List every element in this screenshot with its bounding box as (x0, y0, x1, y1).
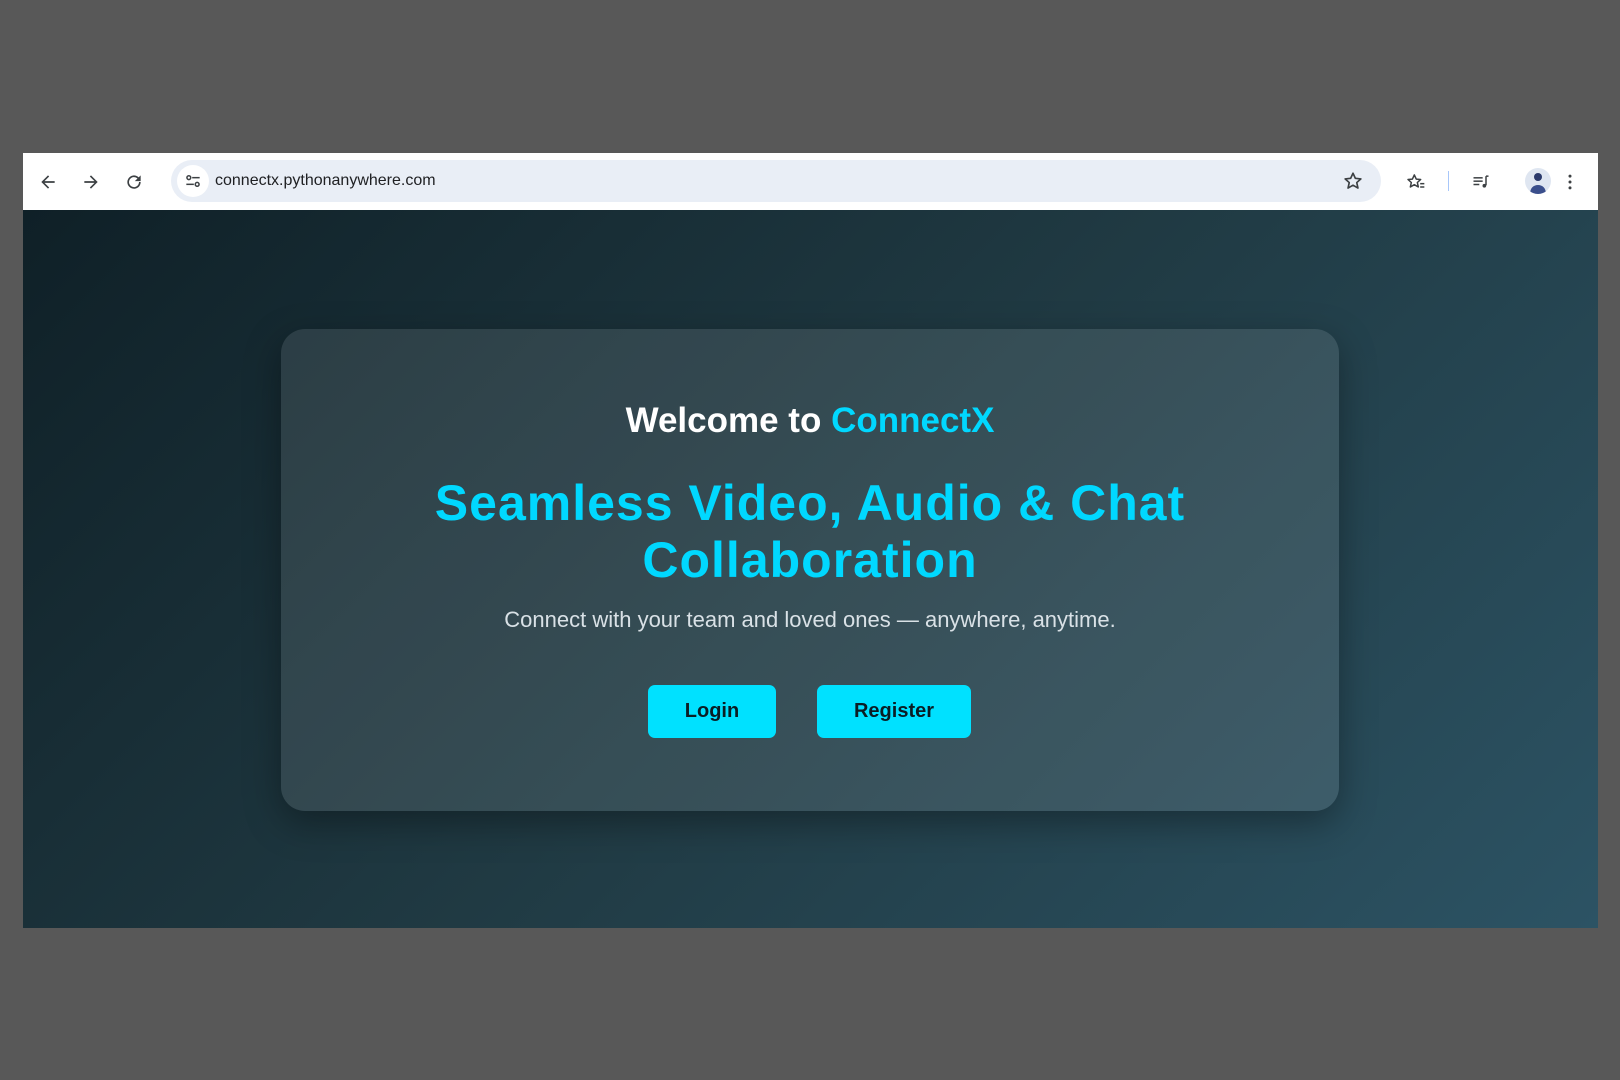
forward-arrow-icon[interactable] (76, 167, 106, 197)
hero-subtitle: Connect with your team and loved ones — … (504, 607, 1116, 632)
login-button[interactable]: Login (648, 685, 776, 738)
back-arrow-icon[interactable] (33, 167, 63, 197)
kebab-menu-icon[interactable] (1555, 167, 1585, 197)
hero-tagline: Seamless Video, Audio & Chat Collaborati… (434, 475, 1186, 588)
media-control-icon[interactable] (1466, 167, 1496, 197)
avatar[interactable] (1525, 168, 1551, 194)
register-button[interactable]: Register (817, 685, 971, 738)
url-text[interactable]: connectx.pythonanywhere.com (215, 172, 436, 190)
toolbar-divider (1448, 171, 1449, 191)
address-bar[interactable]: connectx.pythonanywhere.com (171, 160, 1381, 202)
browser-window: connectx.pythonanywhere.com Welcome to C… (23, 153, 1598, 928)
browser-toolbar: connectx.pythonanywhere.com (23, 153, 1598, 211)
reload-icon[interactable] (119, 167, 149, 197)
star-icon[interactable] (1341, 169, 1365, 193)
welcome-heading: Welcome to ConnectX (281, 401, 1339, 441)
tune-icon[interactable] (177, 165, 209, 197)
page-viewport: Welcome to ConnectX Seamless Video, Audi… (23, 210, 1598, 928)
welcome-prefix: Welcome to (625, 401, 822, 440)
star-list-icon[interactable] (1401, 167, 1431, 197)
brand-name: ConnectX (831, 401, 995, 440)
hero-card: Welcome to ConnectX Seamless Video, Audi… (281, 329, 1339, 811)
